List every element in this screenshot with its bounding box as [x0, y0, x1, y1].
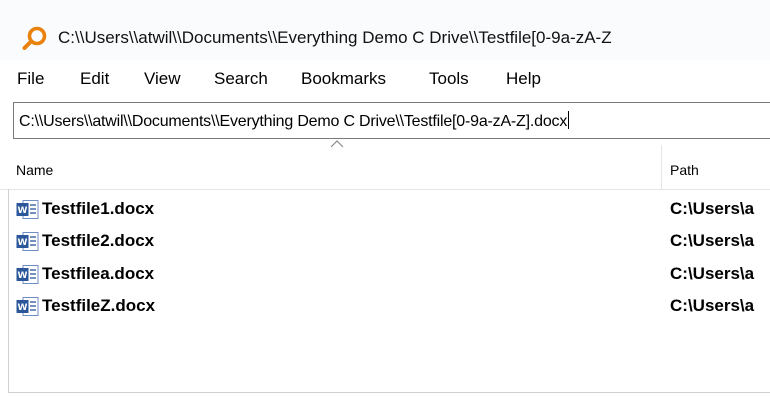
column-header-row — [0, 145, 770, 190]
file-name: Testfilea.docx — [42, 264, 155, 283]
magnifier-app-icon — [22, 26, 47, 50]
search-input-text: C:\\Users\\atwil\\Documents\\Everything … — [19, 113, 568, 130]
word-document-icon: W — [16, 232, 39, 251]
menu-bookmarks[interactable]: Bookmarks — [301, 69, 386, 89]
result-row[interactable]: W Testfile1.docx C:\Users\a — [0, 193, 770, 225]
list-left-edge — [8, 189, 9, 393]
file-path: C:\Users\a — [670, 231, 755, 250]
svg-text:W: W — [18, 206, 28, 216]
word-document-icon: W — [16, 200, 39, 219]
file-path: C:\Users\a — [670, 264, 755, 283]
file-name: Testfile1.docx — [42, 199, 155, 218]
svg-text:W: W — [18, 271, 28, 281]
result-row[interactable]: W Testfile2.docx C:\Users\a — [0, 225, 770, 257]
file-name: Testfile2.docx — [42, 231, 155, 250]
menu-search[interactable]: Search — [214, 69, 268, 89]
column-separator[interactable] — [661, 145, 662, 189]
menu-view[interactable]: View — [144, 69, 181, 89]
word-document-icon: W — [16, 265, 39, 284]
svg-text:W: W — [18, 238, 28, 248]
file-path: C:\Users\a — [670, 199, 755, 218]
window-title: C:\\Users\\atwil\\Documents\\Everything … — [58, 28, 612, 47]
menu-edit[interactable]: Edit — [80, 69, 109, 89]
list-bottom-edge — [8, 392, 770, 393]
file-path: C:\Users\a — [670, 296, 755, 315]
svg-text:W: W — [18, 303, 28, 313]
search-input[interactable]: C:\\Users\\atwil\\Documents\\Everything … — [13, 102, 770, 139]
text-caret — [568, 111, 570, 129]
menu-file[interactable]: File — [17, 69, 44, 89]
file-name: TestfileZ.docx — [42, 296, 156, 315]
title-bar: C:\\Users\\atwil\\Documents\\Everything … — [0, 0, 770, 60]
column-header-path[interactable]: Path — [670, 162, 699, 178]
menu-help[interactable]: Help — [506, 69, 541, 89]
result-row[interactable]: W Testfilea.docx C:\Users\a — [0, 258, 770, 290]
word-document-icon: W — [16, 297, 39, 316]
sort-ascending-icon — [330, 140, 344, 148]
column-header-name[interactable]: Name — [16, 162, 53, 178]
result-row[interactable]: W TestfileZ.docx C:\Users\a — [0, 290, 770, 322]
menu-tools[interactable]: Tools — [429, 69, 469, 89]
